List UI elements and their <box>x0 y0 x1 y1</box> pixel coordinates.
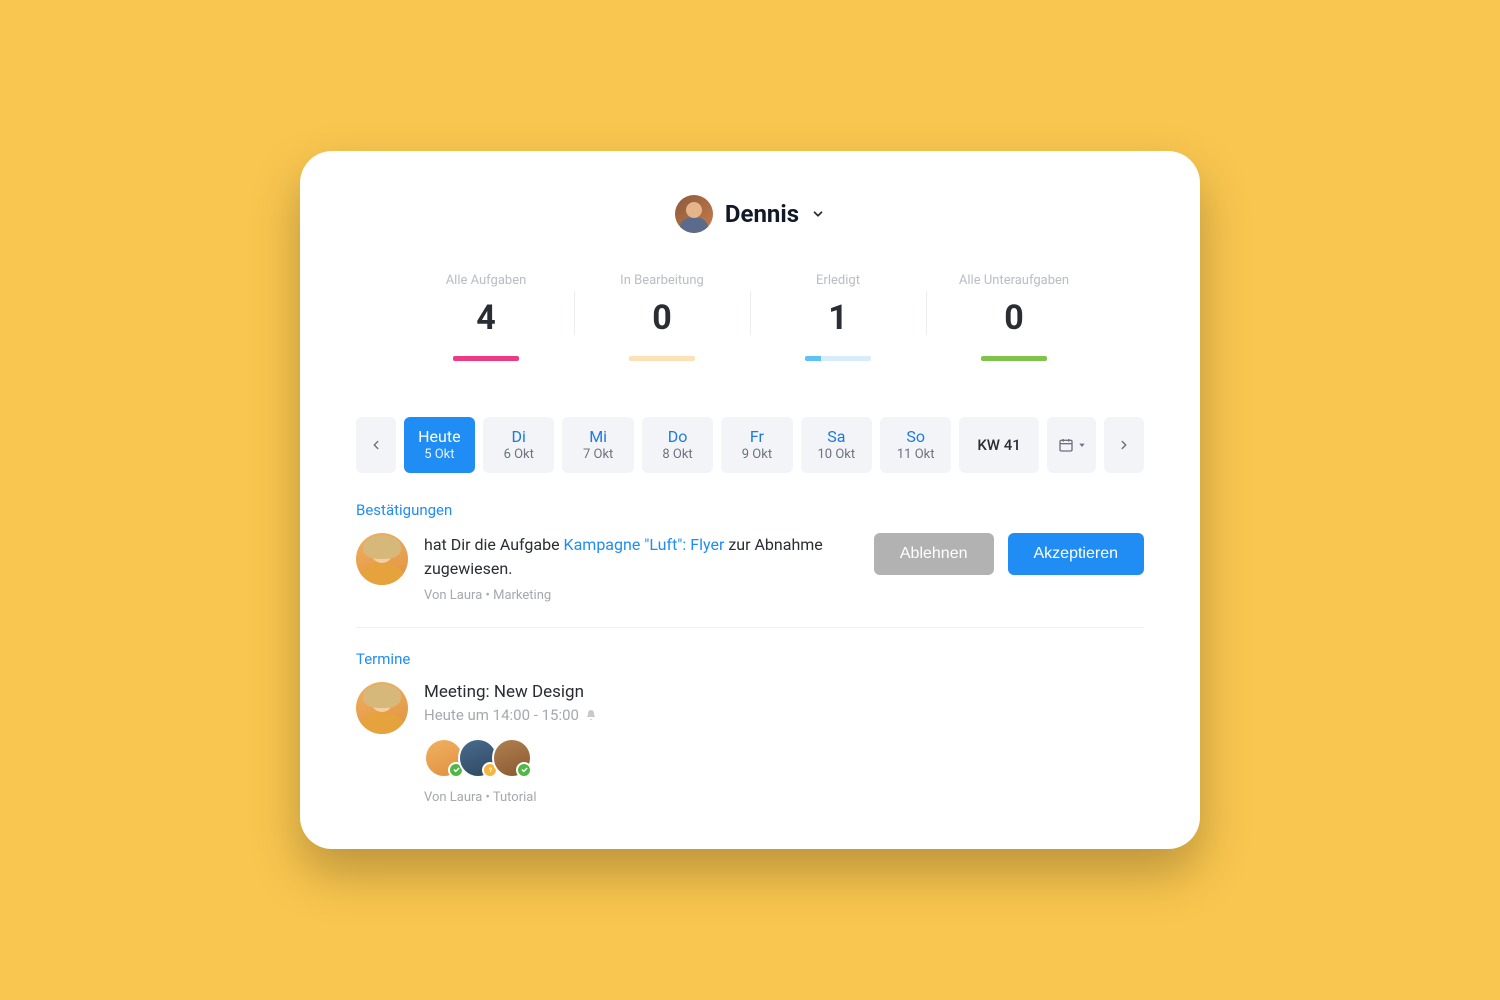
stat-subtasks[interactable]: Alle Unteraufgaben 0 <box>926 273 1102 361</box>
calendar-picker-button[interactable] <box>1047 417 1097 473</box>
appointment-body: Meeting: New Design Heute um 14:00 - 15:… <box>424 682 597 805</box>
chevron-left-icon <box>369 438 383 452</box>
day-thu[interactable]: Do 8 Okt <box>642 417 713 473</box>
accept-button[interactable]: Akzeptieren <box>1008 533 1145 575</box>
status-accepted-icon <box>516 762 532 778</box>
stats-row: Alle Aufgaben 4 In Bearbeitung 0 Erledig… <box>300 273 1200 361</box>
stat-bar <box>981 356 1047 361</box>
day-fri[interactable]: Fr 9 Okt <box>721 417 792 473</box>
user-avatar <box>675 195 713 233</box>
confirmation-actions: Ablehnen Akzeptieren <box>874 533 1144 575</box>
attendee-avatar[interactable] <box>492 738 532 778</box>
day-today[interactable]: Heute 5 Okt <box>404 417 475 473</box>
stat-value: 4 <box>398 298 574 338</box>
appointment-item[interactable]: Meeting: New Design Heute um 14:00 - 15:… <box>356 682 1144 805</box>
stat-bar <box>453 356 519 361</box>
prev-day-button[interactable] <box>356 417 396 473</box>
day-date: 6 Okt <box>504 448 534 462</box>
day-date: 7 Okt <box>583 448 613 462</box>
stat-all-tasks[interactable]: Alle Aufgaben 4 <box>398 273 574 361</box>
calendar-icon <box>1058 437 1074 453</box>
caret-down-icon <box>1078 441 1086 449</box>
stat-value: 1 <box>750 298 926 338</box>
day-tue[interactable]: Di 6 Okt <box>483 417 554 473</box>
requester-avatar[interactable] <box>356 533 408 585</box>
attendee-list: ? <box>424 738 597 778</box>
day-label: Do <box>668 428 688 446</box>
week-number[interactable]: KW 41 <box>959 417 1038 473</box>
confirmation-body: hat Dir die Aufgabe Kampagne "Luft": Fly… <box>424 533 858 602</box>
svg-text:?: ? <box>488 766 492 774</box>
appointment-time-text: Heute um 14:00 - 15:00 <box>424 706 579 724</box>
stat-value: 0 <box>926 298 1102 338</box>
stat-done[interactable]: Erledigt 1 <box>750 273 926 361</box>
user-name: Dennis <box>725 200 799 228</box>
stat-label: Erledigt <box>750 273 926 288</box>
task-link[interactable]: Kampagne "Luft": Flyer <box>564 535 725 554</box>
confirmation-meta: Von Laura • Marketing <box>424 588 858 603</box>
day-label: Heute <box>418 428 460 446</box>
organizer-avatar[interactable] <box>356 682 408 734</box>
chevron-down-icon <box>811 207 825 221</box>
day-sat[interactable]: Sa 10 Okt <box>801 417 872 473</box>
stat-bar <box>629 356 695 361</box>
chevron-right-icon <box>1117 438 1131 452</box>
dashboard-card: Dennis Alle Aufgaben 4 In Bearbeitung 0 … <box>300 151 1200 848</box>
appointments-heading: Termine <box>356 650 1144 668</box>
stat-value: 0 <box>574 298 750 338</box>
day-label: Fr <box>750 428 764 446</box>
day-label: So <box>906 428 925 446</box>
user-switcher[interactable]: Dennis <box>300 195 1200 233</box>
stat-label: In Bearbeitung <box>574 273 750 288</box>
stat-label: Alle Unteraufgaben <box>926 273 1102 288</box>
confirmations-heading: Bestätigungen <box>356 501 1144 519</box>
next-day-button[interactable] <box>1104 417 1144 473</box>
stat-in-progress[interactable]: In Bearbeitung 0 <box>574 273 750 361</box>
day-label: Mi <box>589 428 607 446</box>
stat-label: Alle Aufgaben <box>398 273 574 288</box>
day-label: Di <box>512 428 526 446</box>
date-strip: Heute 5 Okt Di 6 Okt Mi 7 Okt Do 8 Okt F… <box>356 417 1144 473</box>
confirmation-text: hat Dir die Aufgabe Kampagne "Luft": Fly… <box>424 533 858 579</box>
appointment-meta: Von Laura • Tutorial <box>424 790 597 805</box>
stat-bar <box>805 356 871 361</box>
appointment-time: Heute um 14:00 - 15:00 <box>424 706 597 724</box>
day-date: 8 Okt <box>662 448 692 462</box>
day-date: 9 Okt <box>742 448 772 462</box>
day-wed[interactable]: Mi 7 Okt <box>562 417 633 473</box>
day-date: 10 Okt <box>817 448 855 462</box>
confirm-text-pre: hat Dir die Aufgabe <box>424 535 564 554</box>
day-date: 5 Okt <box>424 448 454 462</box>
day-sun[interactable]: So 11 Okt <box>880 417 951 473</box>
confirmation-item: hat Dir die Aufgabe Kampagne "Luft": Fly… <box>356 533 1144 627</box>
bell-icon <box>585 709 597 721</box>
day-label: Sa <box>827 428 845 446</box>
decline-button[interactable]: Ablehnen <box>874 533 994 575</box>
day-date: 11 Okt <box>897 448 935 462</box>
appointment-title: Meeting: New Design <box>424 682 597 702</box>
